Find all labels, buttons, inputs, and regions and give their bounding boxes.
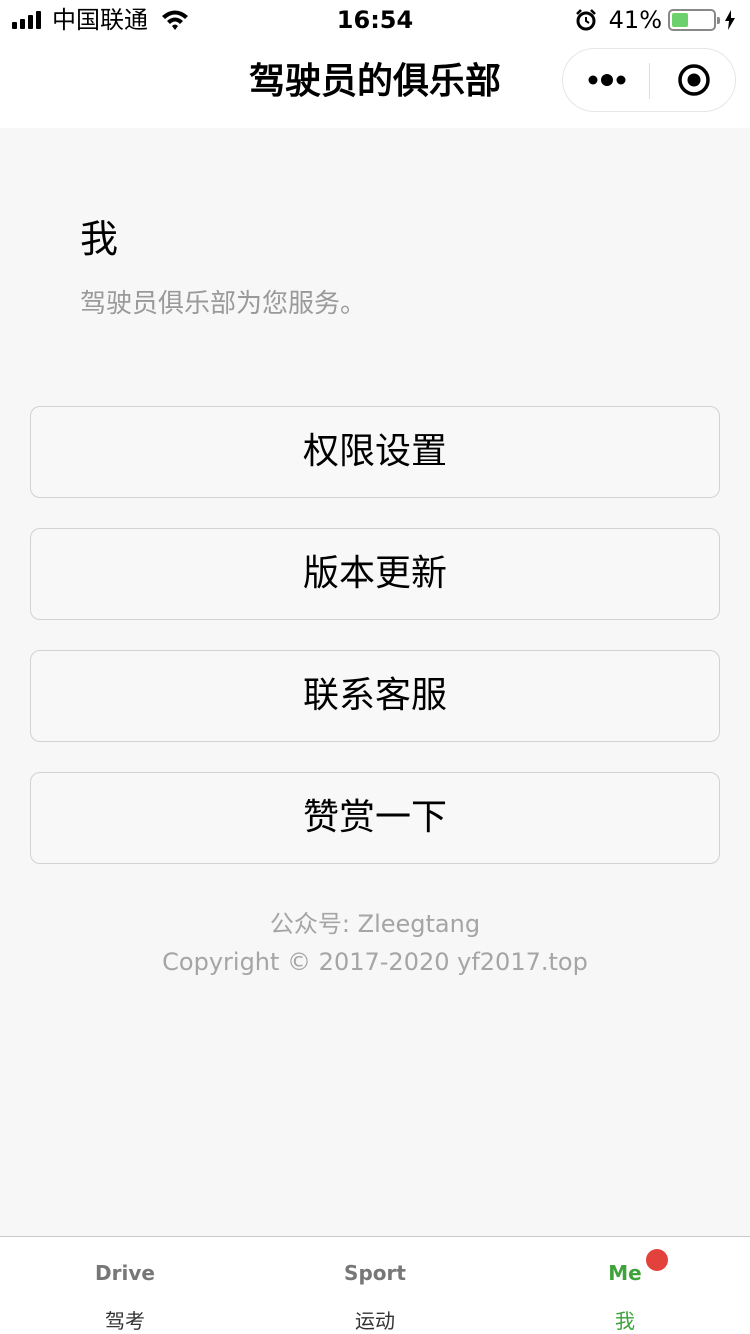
- official-account-text: 公众号: Zleegtang: [269, 910, 481, 938]
- tab-sport[interactable]: Sport 运动: [250, 1237, 500, 1334]
- battery-cap: [717, 17, 720, 24]
- tab-label-sport: 运动: [355, 1309, 395, 1333]
- target-close-icon: [678, 64, 710, 96]
- more-button[interactable]: [563, 49, 650, 111]
- sport-tab-icon: Sport: [344, 1261, 406, 1285]
- battery-percent: 41%: [608, 6, 662, 34]
- version-update-button[interactable]: 版本更新: [30, 528, 720, 620]
- more-dots-icon: [588, 74, 625, 86]
- profile-title: 我: [80, 217, 119, 261]
- status-bar: 中国联通 16:54 41%: [0, 0, 750, 40]
- tip-button[interactable]: 赞赏一下: [30, 772, 720, 864]
- me-tab-icon: Me: [608, 1261, 642, 1285]
- charging-icon: [725, 10, 735, 30]
- nav-bar: 驾驶员的俱乐部: [0, 40, 750, 128]
- permission-settings-button[interactable]: 权限设置: [30, 406, 720, 498]
- notification-badge: [646, 1249, 668, 1271]
- copyright-text: Copyright © 2017-2020 yf2017.top: [162, 948, 588, 976]
- tab-label-me: 我: [615, 1309, 635, 1333]
- alarm-icon: [575, 9, 596, 31]
- mini-program-capsule: [562, 48, 736, 112]
- tab-bar: Drive 驾考 Sport 运动 Me 我: [0, 1236, 750, 1334]
- contact-support-button[interactable]: 联系客服: [30, 650, 720, 742]
- tab-me[interactable]: Me 我: [500, 1237, 750, 1334]
- profile-subtitle: 驾驶员俱乐部为您服务。: [80, 289, 367, 319]
- capsule-divider: [649, 63, 650, 99]
- battery-icon: [668, 9, 720, 31]
- tab-drive[interactable]: Drive 驾考: [0, 1237, 250, 1334]
- battery-level: [672, 13, 689, 27]
- close-button[interactable]: [651, 49, 737, 111]
- tab-label-drive: 驾考: [105, 1309, 145, 1333]
- status-right: 41%: [575, 6, 736, 34]
- drive-tab-icon: Drive: [95, 1261, 155, 1285]
